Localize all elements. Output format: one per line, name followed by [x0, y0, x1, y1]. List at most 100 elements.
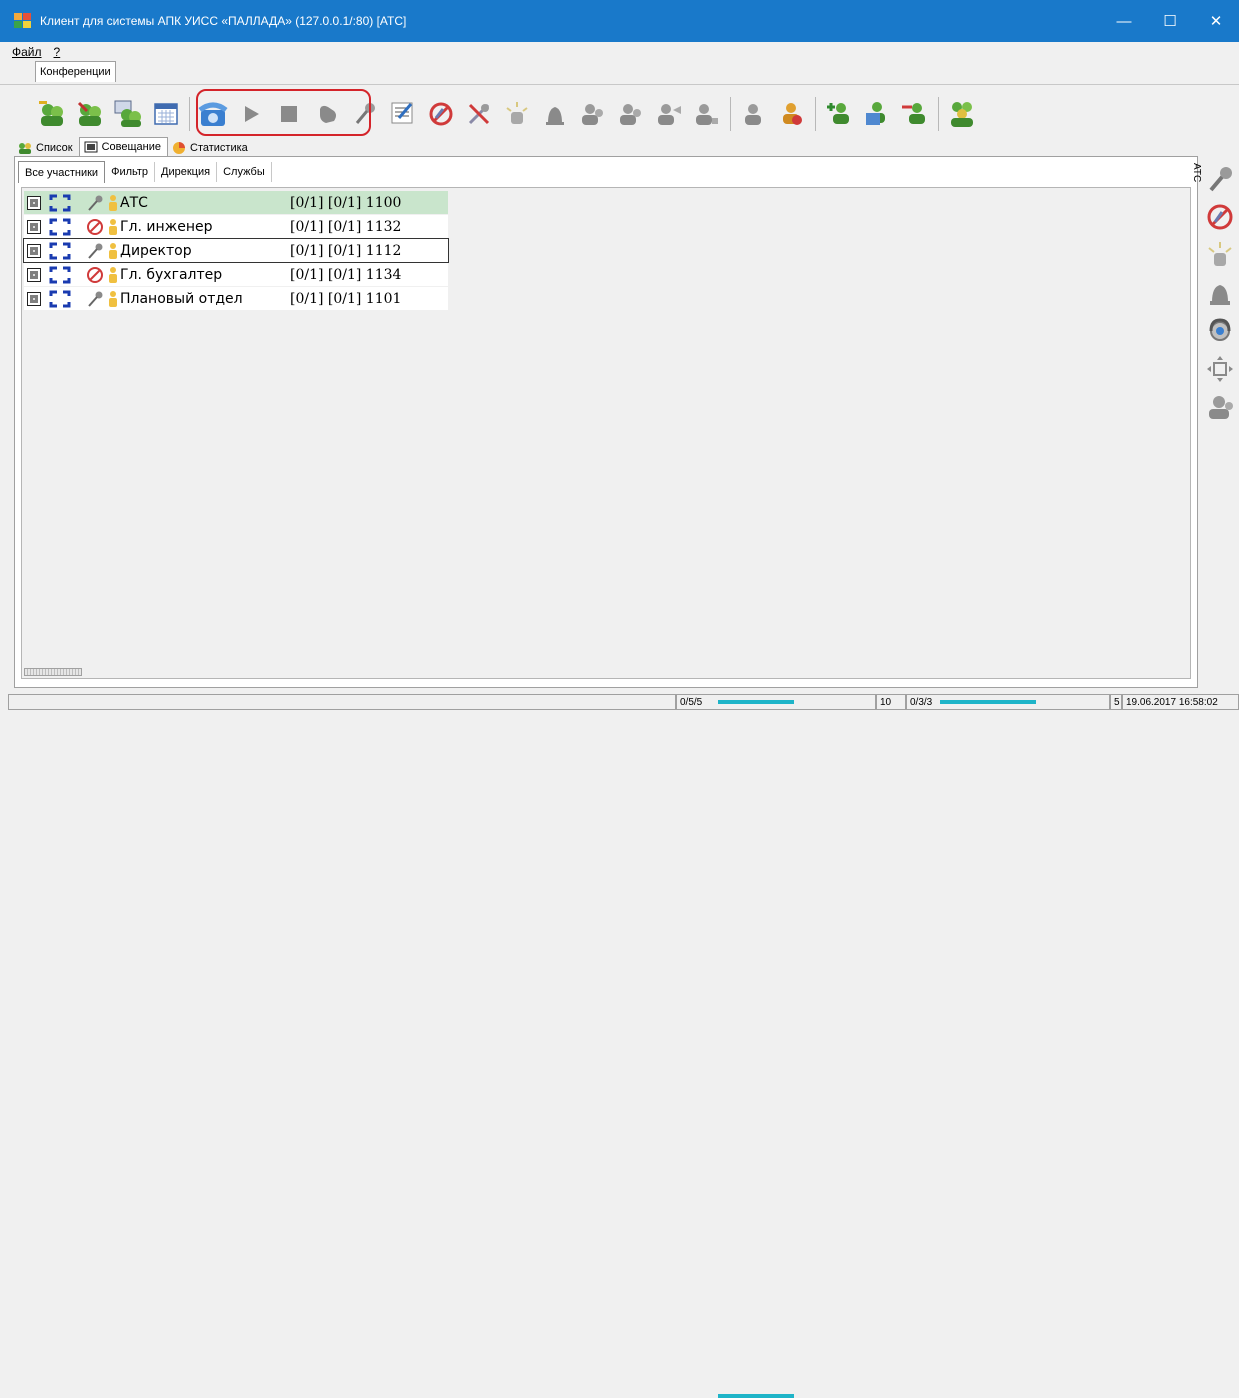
alarm-icon[interactable]: [498, 94, 536, 134]
horizontal-scrollbar[interactable]: [24, 668, 82, 676]
participant-row[interactable]: Гл. бухгалтер [0/1] [0/1] 1134: [24, 263, 448, 286]
participant-filter-tabs: Все участники Фильтр Дирекция Службы: [18, 161, 272, 183]
view-tabs: Список Совещание Статистика: [14, 137, 254, 156]
user-group-2-icon[interactable]: [612, 94, 650, 134]
status-count: 10: [876, 694, 906, 710]
participant-checkbox[interactable]: [27, 291, 41, 306]
status-count-value: 10: [880, 696, 892, 708]
status-bar: 0/5/5 10 0/3/3 5 19.06.2017 16:58:02: [0, 694, 1239, 1398]
headset-icon[interactable]: [1201, 312, 1239, 350]
subtab-filter[interactable]: Фильтр: [105, 162, 156, 182]
mic-on-icon: [88, 291, 103, 307]
list-import-icon[interactable]: [384, 94, 422, 134]
participant-info: [0/1] [0/1] 1100: [290, 194, 402, 211]
status-channels-value: 0/5/5: [680, 696, 703, 708]
group-icon: [19, 142, 31, 154]
add-participant-icon[interactable]: [820, 94, 858, 134]
user-icon: [109, 290, 117, 307]
tab-meeting[interactable]: Совещание: [78, 137, 169, 156]
menu-bar: Файл ?: [0, 43, 72, 60]
participant-list: АТС [0/1] [0/1] 1100 Гл. инженер [0/1] […: [21, 187, 1191, 679]
statistics-icon: [173, 141, 186, 154]
tab-list-label: Список: [36, 141, 73, 154]
window-title: Клиент для системы АПК УИСС «ПАЛЛАДА» (1…: [40, 14, 407, 28]
channels-meter: [718, 1394, 794, 1398]
calendar-icon[interactable]: [147, 94, 185, 134]
mic-off-icon: [87, 266, 103, 283]
participant-row[interactable]: Директор [0/1] [0/1] 1112: [23, 238, 449, 263]
app-icon: [14, 13, 32, 29]
maximize-button[interactable]: ☐: [1147, 0, 1193, 42]
bell-icon[interactable]: [536, 94, 574, 134]
tab-meeting-label: Совещание: [101, 141, 162, 153]
mute-all-icon[interactable]: [460, 94, 498, 134]
mic-on-icon[interactable]: [1201, 160, 1239, 198]
group-participants-icon[interactable]: [943, 94, 981, 134]
user-icon: [109, 218, 117, 235]
bell-icon[interactable]: [1201, 274, 1239, 312]
meeting-icon: [84, 141, 98, 153]
subtab-direction[interactable]: Дирекция: [155, 162, 218, 182]
status-datetime: 19.06.2017 16:58:02: [1122, 694, 1239, 710]
move-icon[interactable]: [1201, 350, 1239, 388]
participant-checkbox[interactable]: [27, 195, 41, 210]
participant-info: [0/1] [0/1] 1112: [290, 242, 402, 259]
title-bar: Клиент для системы АПК УИСС «ПАЛЛАДА» (1…: [0, 0, 1239, 42]
menu-help[interactable]: ?: [54, 45, 61, 59]
user-group-3-icon[interactable]: [650, 94, 688, 134]
call-controls-highlight: [196, 89, 371, 136]
subtab-all[interactable]: Все участники: [18, 161, 106, 183]
user-group-1-icon[interactable]: [574, 94, 612, 134]
participant-row[interactable]: Плановый отдел [0/1] [0/1] 1101: [24, 287, 448, 310]
remove-participant-icon[interactable]: [896, 94, 934, 134]
main-toolbar: [33, 92, 981, 136]
participant-name: Плановый отдел: [120, 290, 243, 307]
tab-conferences[interactable]: Конференции: [35, 61, 116, 82]
status-users-value: 5: [1114, 696, 1120, 708]
participant-row[interactable]: АТС [0/1] [0/1] 1100: [24, 191, 448, 214]
user-icon: [109, 266, 117, 283]
tab-list[interactable]: Список: [14, 139, 79, 156]
divider: [0, 84, 1239, 85]
user-icon: [109, 242, 117, 259]
bracket-icon: [49, 218, 71, 235]
user-group-4-icon[interactable]: [688, 94, 726, 134]
participant-checkbox[interactable]: [27, 267, 41, 282]
channels-meter-bar: [718, 700, 794, 704]
menu-file[interactable]: Файл: [12, 45, 42, 59]
tab-statistics[interactable]: Статистика: [168, 139, 254, 156]
lines-meter-bar: [940, 700, 1036, 704]
mic-on-icon: [88, 195, 103, 211]
participant-name: Директор: [120, 242, 192, 259]
status-users: 5: [1110, 694, 1122, 710]
minimize-button[interactable]: —: [1101, 0, 1147, 42]
bracket-icon: [49, 242, 71, 259]
alarm-icon[interactable]: [1201, 236, 1239, 274]
status-lines-value: 0/3/3: [910, 696, 933, 708]
mic-on-icon: [88, 243, 103, 259]
edit-conference-icon[interactable]: [71, 94, 109, 134]
status-message: [8, 694, 676, 710]
participant-name: Гл. бухгалтер: [120, 266, 223, 283]
user-icon: [109, 194, 117, 211]
subtab-services[interactable]: Службы: [217, 162, 272, 182]
conference-settings-icon[interactable]: [109, 94, 147, 134]
user-icon[interactable]: [1201, 388, 1239, 426]
participant-list-icon[interactable]: [858, 94, 896, 134]
add-conference-icon[interactable]: [33, 94, 71, 134]
participant-info: [0/1] [0/1] 1101: [290, 290, 402, 307]
user-call-icon[interactable]: [735, 94, 773, 134]
mic-off-icon[interactable]: [1201, 198, 1239, 236]
mic-off-icon[interactable]: [422, 94, 460, 134]
meeting-panel: Все участники Фильтр Дирекция Службы АТС…: [14, 156, 1198, 688]
bracket-icon: [49, 194, 71, 211]
bracket-icon: [49, 290, 71, 307]
participant-row[interactable]: Гл. инженер [0/1] [0/1] 1132: [24, 215, 448, 238]
participant-checkbox[interactable]: [27, 243, 41, 258]
user-alert-icon[interactable]: [773, 94, 811, 134]
participant-checkbox[interactable]: [27, 219, 41, 234]
participant-name: АТС: [120, 194, 148, 211]
tab-statistics-label: Статистика: [190, 141, 248, 154]
close-button[interactable]: ✕: [1193, 0, 1239, 42]
participant-name: Гл. инженер: [120, 218, 213, 235]
